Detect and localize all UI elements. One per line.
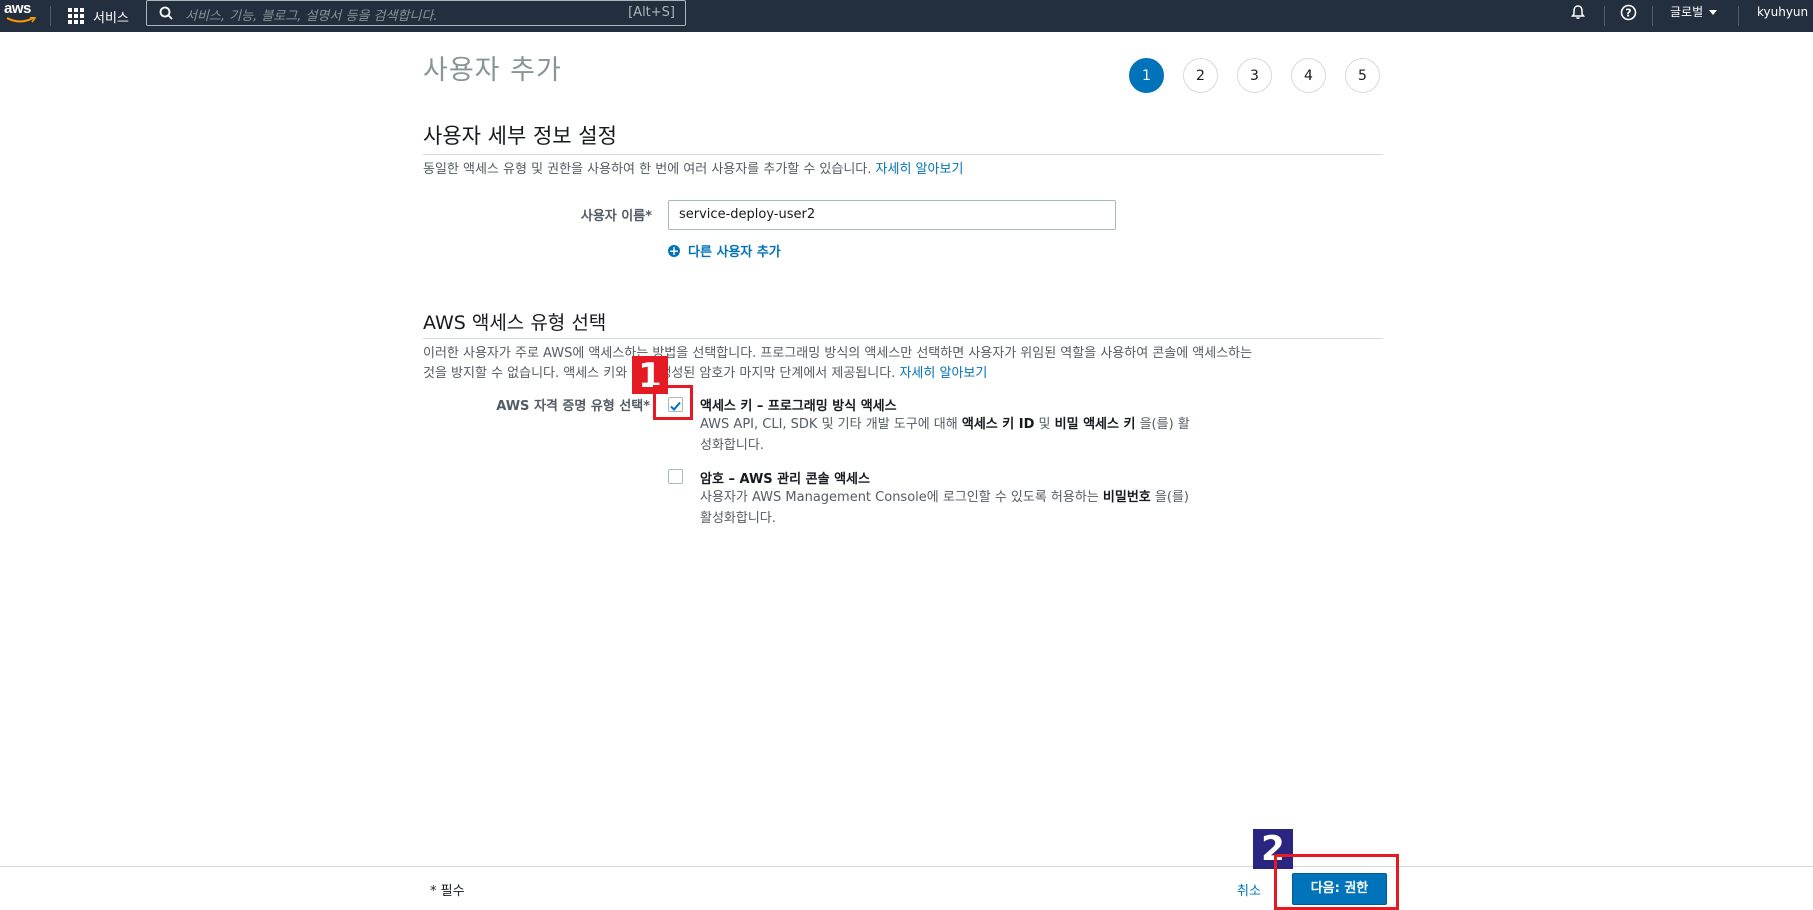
annotation-highlight-1 (653, 385, 693, 420)
step-4: 4 (1291, 58, 1326, 93)
desc-text: 및 (1038, 417, 1051, 432)
aws-logo[interactable]: aws (4, 0, 40, 26)
region-selector[interactable]: 글로벌 (1670, 0, 1718, 24)
wizard-steps: 1 2 3 4 5 (1129, 58, 1399, 93)
desc-text: 을(를) 활 (1139, 417, 1190, 432)
access-description-line1: 이러한 사용자가 주로 AWS에 액세스하는 방법을 선택합니다. 프로그래밍 … (423, 346, 1253, 361)
aws-smile-icon (6, 17, 36, 23)
account-menu[interactable]: kyuhyun (1757, 0, 1813, 39)
console-password-checkbox[interactable] (668, 469, 683, 484)
desc-text: 성화합니다. (700, 438, 764, 453)
nav-divider (1652, 6, 1653, 26)
username-label: 사용자 이름* (580, 209, 652, 224)
add-user-label: 다른 사용자 추가 (688, 245, 781, 260)
credential-type-label: AWS 자격 증명 유형 선택* (496, 399, 650, 414)
learn-more-link[interactable]: 자세히 알아보기 (876, 162, 964, 177)
details-heading: 사용자 세부 정보 설정 (423, 124, 617, 148)
access-key-option-desc: AWS API, CLI, SDK 및 기타 개발 도구에 대해 액세스 키 I… (700, 414, 1250, 456)
search-icon (159, 6, 173, 20)
details-description: 동일한 액세스 유형 및 권한을 사용하여 한 번에 여러 사용자를 추가할 수… (423, 160, 1383, 180)
nav-divider (1604, 6, 1605, 26)
console-password-option-desc: 사용자가 AWS Management Console에 로그인할 수 있도록 … (700, 487, 1250, 529)
grid-icon (68, 8, 84, 24)
section-divider (423, 154, 1383, 155)
desc-bold: 비밀번호 (1102, 490, 1151, 505)
details-description-text: 동일한 액세스 유형 및 권한을 사용하여 한 번에 여러 사용자를 추가할 수… (423, 162, 872, 177)
step-1: 1 (1129, 58, 1164, 93)
desc-bold: 비밀 액세스 키 (1054, 417, 1136, 432)
help-icon[interactable]: ? (1620, 4, 1637, 21)
access-heading: AWS 액세스 유형 선택 (423, 312, 607, 334)
search-input[interactable]: 서비스, 기능, 블로그, 설명서 등을 검색합니다. [Alt+S] (146, 0, 686, 26)
desc-bold: 액세스 키 ID (961, 417, 1035, 432)
desc-text: AWS API, CLI, SDK 및 기타 개발 도구에 대해 (700, 417, 958, 432)
account-username: kyuhyun (1757, 5, 1809, 19)
desc-text: 을(를) (1154, 490, 1189, 505)
chevron-down-icon (1763, 34, 1771, 39)
step-5: 5 (1345, 58, 1380, 93)
access-description: 이러한 사용자가 주로 AWS에 액세스하는 방법을 선택합니다. 프로그래밍 … (423, 344, 1383, 384)
access-key-option-title: 액세스 키 – 프로그래밍 방식 액세스 (700, 399, 897, 414)
region-label: 글로벌 (1670, 5, 1704, 19)
top-nav-bar: aws 서비스 서비스, 기능, 블로그, 설명서 등을 검색합니다. [Alt… (0, 0, 1813, 39)
svg-text:?: ? (1625, 7, 1631, 20)
services-label: 서비스 (93, 10, 129, 26)
step-2: 2 (1183, 58, 1218, 93)
nav-divider (50, 6, 51, 26)
cancel-button[interactable]: 취소 (1237, 880, 1261, 899)
bell-icon[interactable] (1570, 4, 1586, 20)
desc-text: 사용자가 AWS Management Console에 로그인할 수 있도록 … (700, 490, 1099, 505)
search-shortcut: [Alt+S] (628, 5, 675, 20)
aws-logo-text: aws (4, 0, 31, 17)
username-input[interactable]: service-deploy-user2 (668, 200, 1116, 230)
footer-divider (0, 866, 1813, 867)
required-note: * 필수 (430, 884, 465, 899)
add-another-user-link[interactable]: + 다른 사용자 추가 (668, 241, 781, 260)
plus-circle-icon: + (668, 243, 680, 258)
console-password-option-title: 암호 – AWS 관리 콘솔 액세스 (700, 472, 870, 487)
page-title: 사용자 추가 (423, 55, 562, 86)
desc-text: 활성화합니다. (700, 511, 776, 526)
section-divider (423, 338, 1383, 339)
step-3: 3 (1237, 58, 1272, 93)
chevron-down-icon (1709, 10, 1718, 15)
learn-more-link[interactable]: 자세히 알아보기 (899, 366, 987, 381)
services-menu[interactable]: 서비스 (68, 0, 129, 32)
nav-divider (1738, 6, 1739, 26)
search-placeholder: 서비스, 기능, 블로그, 설명서 등을 검색합니다. (185, 9, 438, 24)
annotation-highlight-2 (1274, 854, 1399, 910)
